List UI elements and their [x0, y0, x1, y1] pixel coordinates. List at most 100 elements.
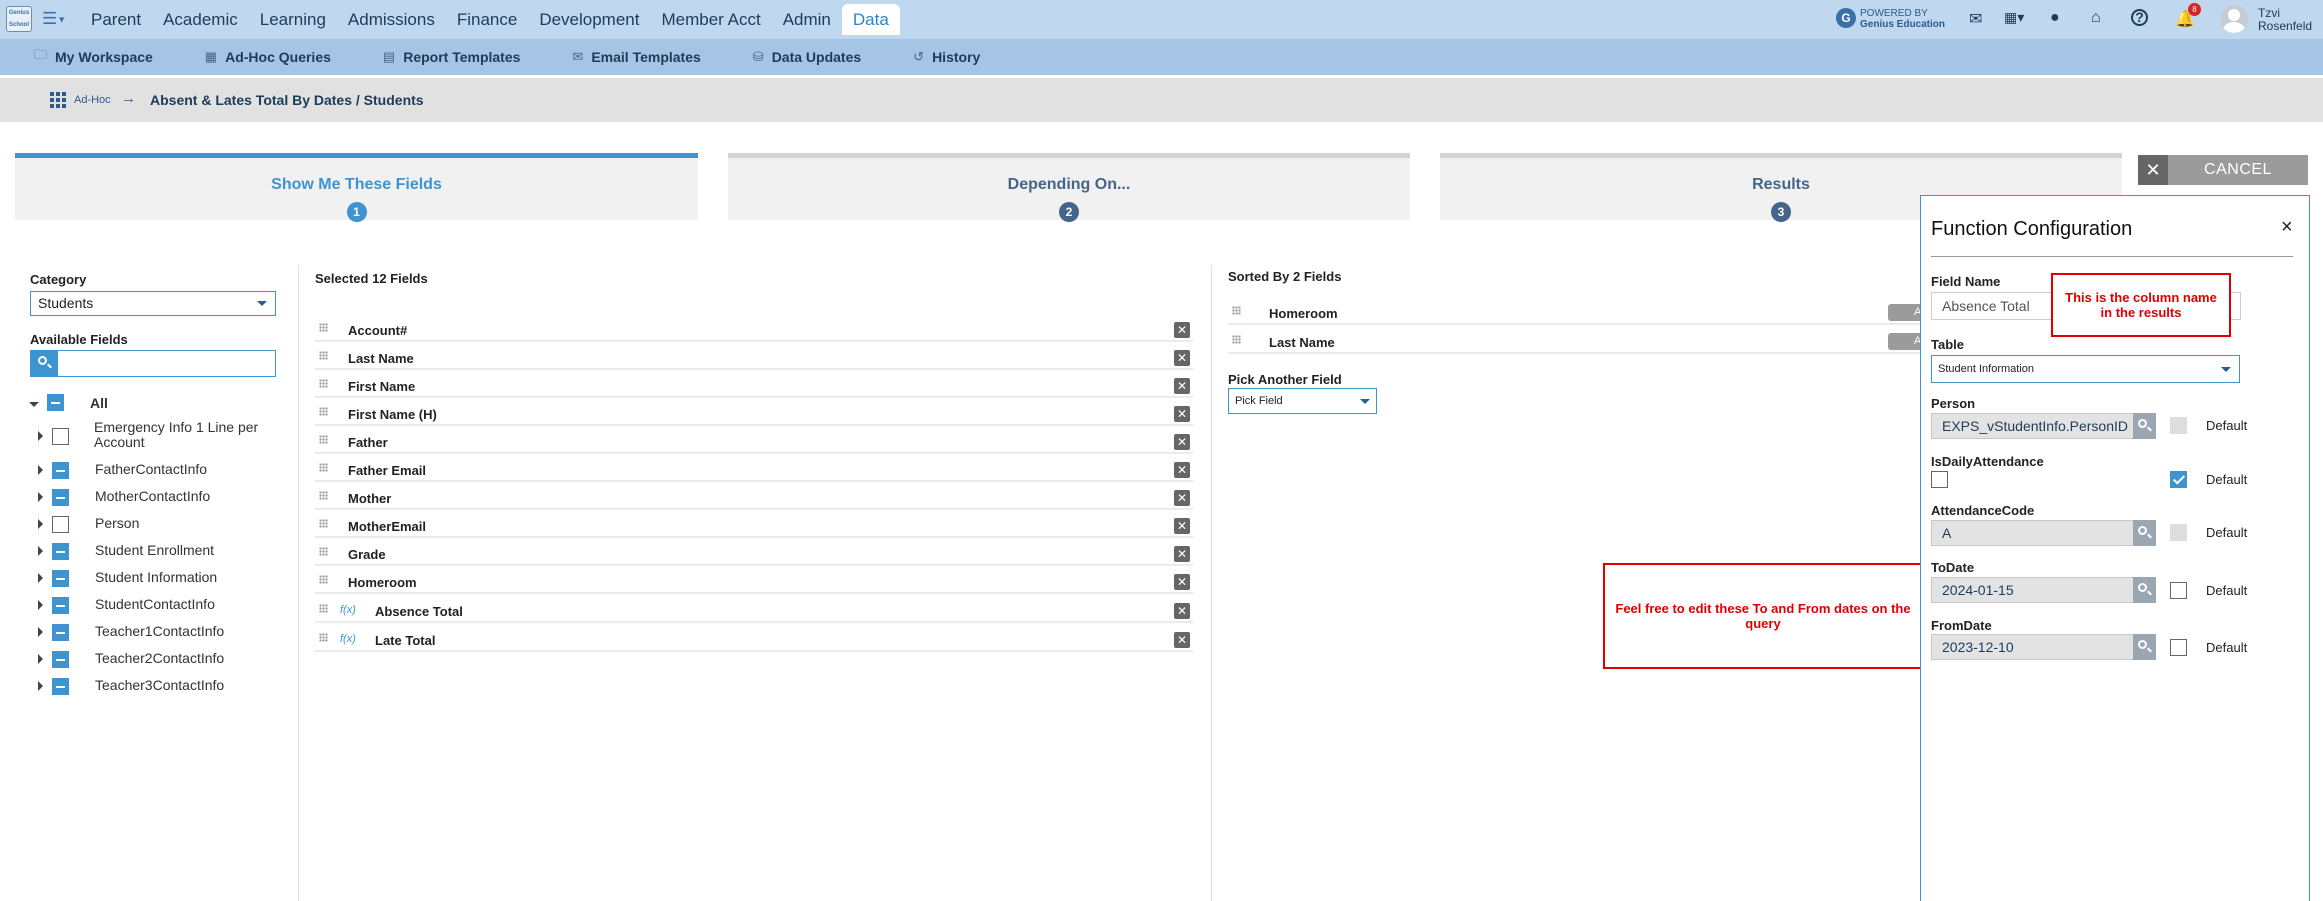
drag-handle-icon[interactable]	[319, 633, 328, 642]
tree-checkbox[interactable]	[52, 624, 69, 641]
subnav-data-updates[interactable]: ⛁ Data Updates	[753, 49, 861, 65]
selected-field-row[interactable]: f(x) Late Total ✕	[315, 629, 1193, 651]
selected-field-row[interactable]: Grade ✕	[315, 543, 1193, 565]
table-select[interactable]: Student Information	[1931, 355, 2240, 383]
expand-icon[interactable]	[38, 681, 48, 691]
search-icon[interactable]	[2133, 577, 2156, 603]
subnav-history[interactable]: ↺ History	[913, 49, 980, 65]
tree-item[interactable]: Teacher3ContactInfo	[95, 677, 224, 693]
tree-item[interactable]: Student Enrollment	[95, 542, 214, 558]
remove-icon[interactable]: ✕	[1174, 462, 1190, 478]
remove-icon[interactable]: ✕	[1174, 406, 1190, 422]
selected-field-row[interactable]: Last Name ✕	[315, 347, 1193, 369]
remove-icon[interactable]: ✕	[1174, 574, 1190, 590]
drag-handle-icon[interactable]	[319, 547, 328, 556]
nav-data[interactable]: Data	[841, 4, 900, 35]
remove-icon[interactable]: ✕	[1174, 518, 1190, 534]
expand-icon[interactable]	[38, 546, 48, 556]
avatar[interactable]	[2220, 5, 2248, 33]
step-depending-on[interactable]: Depending On... 2	[728, 153, 1410, 222]
tree-checkbox[interactable]	[52, 428, 69, 445]
tree-item[interactable]: Student Information	[95, 569, 217, 585]
subnav-ad-hoc-queries[interactable]: ▦ Ad-Hoc Queries	[205, 49, 331, 65]
drag-handle-icon[interactable]	[319, 323, 328, 332]
apps-grid-icon[interactable]	[50, 92, 66, 108]
expand-icon[interactable]	[38, 573, 48, 583]
remove-icon[interactable]: ✕	[1174, 632, 1190, 648]
selected-field-row[interactable]: First Name (H) ✕	[315, 403, 1193, 425]
mail-icon[interactable]: ✉	[1969, 9, 1982, 29]
remove-icon[interactable]: ✕	[1174, 546, 1190, 562]
default-checkbox[interactable]	[2170, 471, 2187, 488]
remove-icon[interactable]: ✕	[1174, 322, 1190, 338]
fromdate-field[interactable]: 2023-12-10	[1931, 634, 2156, 660]
search-icon[interactable]	[2133, 413, 2156, 439]
expand-icon[interactable]	[38, 492, 48, 502]
default-checkbox[interactable]	[2170, 582, 2187, 599]
category-select[interactable]: Students	[30, 291, 276, 316]
remove-icon[interactable]: ✕	[1174, 378, 1190, 394]
remove-icon[interactable]: ✕	[1174, 603, 1190, 619]
user-name[interactable]: Tzvi Rosenfeld	[2258, 7, 2312, 33]
nav-admissions[interactable]: Admissions	[337, 4, 446, 35]
default-checkbox[interactable]	[2170, 524, 2187, 541]
drag-handle-icon[interactable]	[319, 463, 328, 472]
tree-item[interactable]: FatherContactInfo	[95, 461, 207, 477]
tree-item[interactable]: MotherContactInfo	[95, 488, 210, 504]
tree-checkbox[interactable]	[52, 516, 69, 533]
tree-item[interactable]: StudentContactInfo	[95, 596, 215, 612]
pick-field-select[interactable]: Pick Field	[1228, 388, 1377, 414]
tree-item[interactable]: Teacher1ContactInfo	[95, 623, 224, 639]
expand-icon[interactable]	[38, 431, 48, 441]
cancel-button[interactable]: ✕ CANCEL	[2138, 155, 2308, 185]
chat-icon[interactable]: ●	[2050, 9, 2060, 27]
tree-checkbox[interactable]	[52, 570, 69, 587]
school-logo[interactable]: Genius School	[6, 6, 32, 32]
default-checkbox[interactable]	[2170, 417, 2187, 434]
nav-finance[interactable]: Finance	[446, 4, 528, 35]
tree-checkbox[interactable]	[52, 462, 69, 479]
search-icon[interactable]	[2133, 634, 2156, 660]
nav-parent[interactable]: Parent	[80, 4, 152, 35]
expand-icon[interactable]	[38, 600, 48, 610]
selected-field-row[interactable]: MotherEmail ✕	[315, 515, 1193, 537]
expand-icon[interactable]	[29, 402, 39, 412]
tree-item[interactable]: Person	[95, 515, 139, 531]
subnav-report-templates[interactable]: ▤ Report Templates	[383, 49, 521, 65]
nav-development[interactable]: Development	[528, 4, 650, 35]
selected-field-row[interactable]: Father Email ✕	[315, 459, 1193, 481]
step-show-fields[interactable]: Show Me These Fields 1	[15, 153, 698, 222]
selected-field-row[interactable]: Father ✕	[315, 431, 1193, 453]
drag-handle-icon[interactable]	[319, 379, 328, 388]
remove-icon[interactable]: ✕	[1174, 434, 1190, 450]
isdailyattendance-checkbox[interactable]	[1931, 471, 1948, 488]
drag-handle-icon[interactable]	[1232, 335, 1241, 344]
nav-member-acct[interactable]: Member Acct	[650, 4, 771, 35]
tree-checkbox[interactable]	[52, 543, 69, 560]
tree-checkbox[interactable]	[52, 678, 69, 695]
function-icon[interactable]: f(x)	[340, 604, 356, 616]
sorted-field-row[interactable]: Homeroom A	[1228, 302, 1948, 324]
tree-checkbox[interactable]	[52, 489, 69, 506]
drag-handle-icon[interactable]	[319, 351, 328, 360]
help-icon[interactable]: ?	[2131, 9, 2148, 26]
expand-icon[interactable]	[38, 654, 48, 664]
menu-icon[interactable]: ☰▼	[42, 9, 66, 29]
selected-field-row[interactable]: Mother ✕	[315, 487, 1193, 509]
drag-handle-icon[interactable]	[319, 491, 328, 500]
tree-item[interactable]: Teacher2ContactInfo	[95, 650, 224, 666]
drag-handle-icon[interactable]	[319, 407, 328, 416]
function-icon[interactable]: f(x)	[340, 633, 356, 645]
selected-field-row[interactable]: Homeroom ✕	[315, 571, 1193, 593]
drag-handle-icon[interactable]	[1232, 306, 1241, 315]
expand-icon[interactable]	[38, 519, 48, 529]
remove-icon[interactable]: ✕	[1174, 350, 1190, 366]
tree-checkbox-all[interactable]	[47, 394, 64, 411]
drag-handle-icon[interactable]	[319, 604, 328, 613]
remove-icon[interactable]: ✕	[1174, 490, 1190, 506]
subnav-email-templates[interactable]: ✉ Email Templates	[572, 49, 700, 65]
nav-learning[interactable]: Learning	[249, 4, 337, 35]
search-icon[interactable]	[2133, 520, 2156, 546]
breadcrumb-root[interactable]: Ad-Hoc	[74, 94, 111, 106]
drag-handle-icon[interactable]	[319, 519, 328, 528]
